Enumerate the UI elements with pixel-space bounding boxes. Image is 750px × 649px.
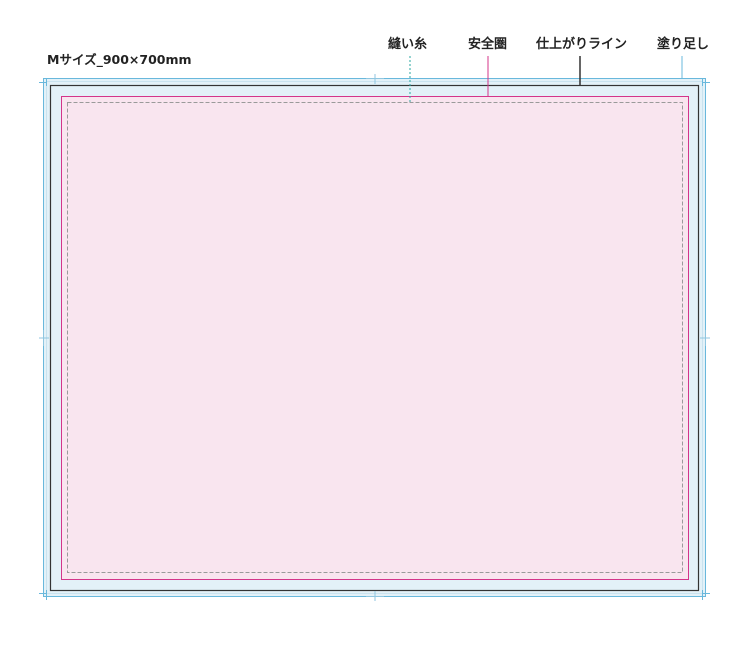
template-diagram xyxy=(39,56,710,601)
safe-area xyxy=(61,96,689,580)
